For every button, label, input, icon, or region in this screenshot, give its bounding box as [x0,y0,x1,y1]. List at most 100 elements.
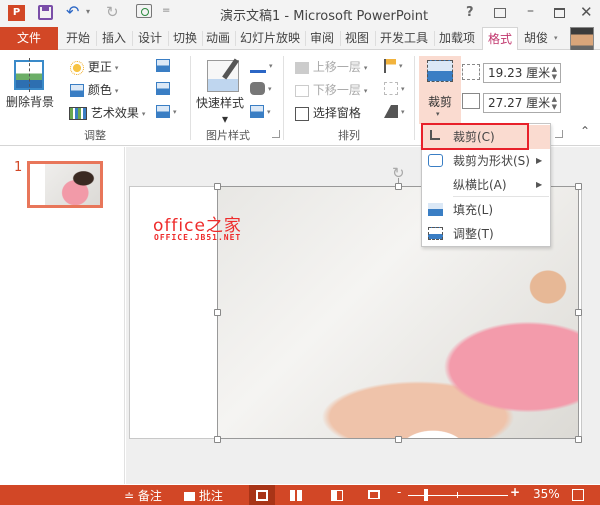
quick-styles-icon[interactable] [207,60,239,92]
menu-item-fit[interactable]: 调整(T) [422,222,550,246]
tab-insert[interactable]: 插入 [98,27,130,50]
maximize-button[interactable] [554,8,565,18]
tab-home[interactable]: 开始 [62,27,94,50]
dropdown-arrow-icon: ▾ [269,61,273,70]
tab-slideshow[interactable]: 幻灯片放映 [237,27,303,50]
collapse-ribbon-icon[interactable]: ⌃ [580,124,590,138]
zoom-slider[interactable] [408,495,508,496]
send-backward-button[interactable]: 下移一层 ▾ [295,81,367,98]
color-icon [70,84,84,97]
tab-animations[interactable]: 动画 [203,27,233,50]
align-button[interactable]: ▾ [384,58,403,73]
notes-button[interactable]: ≐ 备注 [124,487,162,504]
resize-handle[interactable] [395,183,402,190]
resize-handle[interactable] [214,183,221,190]
resize-handle[interactable] [575,436,582,443]
tab-addins[interactable]: 加载项 [435,27,479,50]
crop-dropdown-icon[interactable]: ▾ [436,110,440,118]
comments-button[interactable]: 批注 [184,487,223,504]
save-icon[interactable] [38,5,53,20]
group-separator [190,56,191,140]
status-bar: ≐ 备注 批注 - + 35% [0,485,600,505]
tab-developer[interactable]: 开发工具 [376,27,432,50]
notes-icon: ≐ [124,489,135,503]
change-picture-button[interactable] [156,81,170,95]
quick-styles-dropdown-icon[interactable]: ▾ [222,112,228,126]
group-label-adjust: 调整 [84,129,106,142]
send-backward-label: 下移一层 [312,83,361,97]
comments-label: 批注 [198,489,223,503]
slide-sorter-view-icon[interactable] [290,490,302,501]
group-button[interactable]: ▾ [384,81,405,95]
spinner-arrows-icon[interactable]: ▲ ▼ [552,95,557,111]
redo-icon[interactable]: ↻ [106,3,119,21]
shape-width-icon [462,93,480,109]
menu-item-crop-to-shape[interactable]: 裁剪为形状(S) ▶ [422,149,550,173]
spinner-arrows-icon[interactable]: ▲ ▼ [552,65,557,81]
dropdown-arrow-icon: ▾ [173,107,177,116]
color-button[interactable]: 颜色 ▾ [70,81,118,98]
close-button[interactable]: ✕ [580,3,593,21]
undo-dropdown-icon[interactable]: ▾ [86,7,90,16]
zoom-out-button[interactable]: - [397,485,401,499]
reading-view-icon[interactable] [331,490,343,501]
start-slideshow-icon[interactable] [136,4,152,18]
dropdown-arrow-icon: ▾ [363,86,368,95]
zoom-slider-thumb[interactable] [424,489,428,501]
resize-handle[interactable] [575,309,582,316]
resize-handle[interactable] [214,309,221,316]
zoom-percent[interactable]: 35% [533,487,560,501]
fit-slide-to-window-icon[interactable] [572,489,584,501]
reset-picture-button[interactable]: ▾ [156,104,177,118]
selection-pane-icon [295,106,309,121]
slide-thumbnail[interactable] [27,161,103,208]
selection-pane-button[interactable]: 选择窗格 [295,104,361,121]
dropdown-arrow-icon: ▾ [114,86,119,95]
artistic-effects-button[interactable]: 艺术效果 ▾ [69,104,145,121]
tab-transitions[interactable]: 切换 [170,27,200,50]
rotate-button[interactable]: ▾ [384,104,405,118]
dropdown-arrow-icon: ▾ [114,63,119,72]
artistic-effects-icon [69,107,87,120]
undo-icon[interactable]: ↶ [66,2,79,21]
zoom-slider-midpoint [457,492,458,498]
tab-format[interactable]: 格式 [482,27,518,51]
resize-handle[interactable] [395,436,402,443]
menu-item-aspect-ratio[interactable]: 纵横比(A) ▶ [422,173,550,197]
tab-file[interactable]: 文件 [0,27,58,50]
corrections-button[interactable]: 更正 ▾ [70,58,118,75]
customize-qat-icon[interactable]: = [162,5,170,16]
resize-handle[interactable] [575,183,582,190]
picture-layout-button[interactable]: ▾ [250,104,271,118]
tab-view[interactable]: 视图 [341,27,373,50]
picture-effects-button[interactable]: ▾ [250,81,272,95]
remove-background-button[interactable]: 删除背景 [6,93,54,110]
compress-pictures-button[interactable] [156,58,170,72]
group-separator [283,56,284,140]
quick-styles-button[interactable]: 快速样式 [196,94,244,111]
bring-forward-button[interactable]: 上移一层 ▾ [295,58,367,75]
user-dropdown-icon[interactable]: ▾ [554,34,558,42]
help-icon[interactable]: ? [466,5,474,20]
submenu-arrow-icon: ▶ [536,156,543,165]
slideshow-view-icon[interactable] [368,490,380,499]
group-label-arrange: 排列 [338,129,360,142]
user-name[interactable]: 胡俊 [524,27,548,50]
minimize-button[interactable]: – [527,3,534,19]
resize-handle[interactable] [214,436,221,443]
avatar[interactable] [570,27,594,51]
shape-width-input[interactable]: 27.27 厘米 ▲ ▼ [483,93,561,113]
remove-background-icon[interactable] [14,58,44,92]
picture-border-button[interactable]: ▾ [250,58,273,73]
ribbon-display-options-icon[interactable] [494,8,506,18]
notes-label: 备注 [137,489,162,503]
dropdown-arrow-icon: ▾ [268,84,272,93]
zoom-in-button[interactable]: + [510,485,520,499]
shape-height-input[interactable]: 19.23 厘米 ▲ ▼ [483,63,561,83]
tab-review[interactable]: 审阅 [306,27,338,50]
size-launcher-icon[interactable] [555,130,563,138]
shape-height-value: 19.23 厘米 [488,66,551,80]
picture-styles-launcher-icon[interactable] [272,130,280,138]
tab-design[interactable]: 设计 [134,27,166,50]
menu-item-fill[interactable]: 填充(L) [422,198,550,222]
